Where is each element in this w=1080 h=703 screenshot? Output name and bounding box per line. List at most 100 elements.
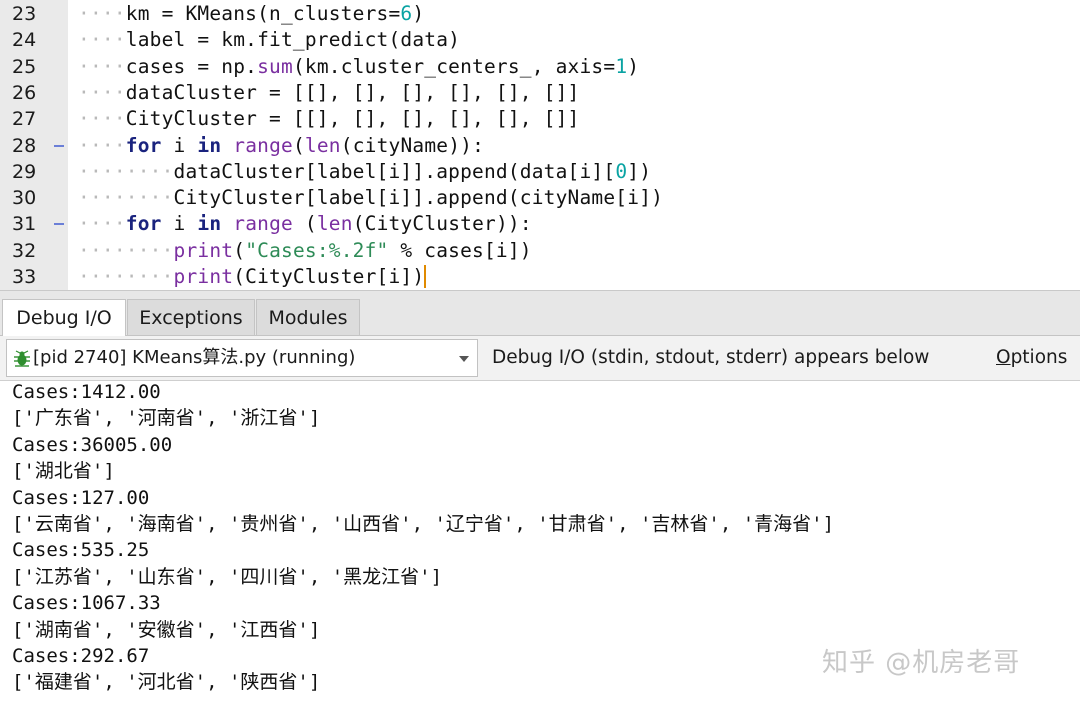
code-line[interactable]: 33 ········print(CityCluster[i]): [0, 264, 1080, 290]
code-text: ····dataCluster = [[], [], [], [], [], […: [78, 80, 580, 106]
output-line: Cases:1412.00: [12, 381, 161, 403]
indent-guide: ········: [78, 265, 174, 288]
line-number: 29: [12, 160, 37, 183]
code-text: ····km = KMeans(n_clusters=6): [78, 1, 424, 27]
code-token: range: [233, 212, 293, 236]
code-text: ········print("Cases:%.2f" % cases[i]): [78, 238, 532, 264]
output-line: Cases:535.25: [12, 539, 150, 562]
code-text: ····for i in range(len(cityName)):: [78, 133, 484, 159]
tab-modules[interactable]: Modules: [256, 299, 360, 335]
code-line[interactable]: 23 ····km = KMeans(n_clusters=6): [0, 1, 1080, 27]
code-token: (km.cluster_centers_, axis=: [292, 54, 616, 78]
output-line: Cases:127.00: [12, 486, 150, 509]
code-line[interactable]: 28 ····for i in range(len(cityName)):: [0, 133, 1080, 159]
chevron-down-icon[interactable]: [459, 356, 469, 362]
process-label: [pid 2740] KMeans算法.py (running): [33, 347, 356, 368]
code-token: ): [627, 54, 640, 78]
code-token: (CityCluster[i]): [233, 265, 427, 288]
indent-guide: ········: [78, 238, 174, 262]
indent-guide: ····: [78, 2, 126, 25]
code-token: (: [233, 238, 246, 262]
indent-guide: ····: [78, 54, 126, 78]
code-token: (cityName)):: [340, 133, 485, 157]
debug-io-toolbar: [pid 2740] KMeans算法.py (running) Debug I…: [0, 336, 1080, 381]
code-token: in: [197, 133, 222, 157]
code-token: in: [197, 212, 222, 236]
code-token: print: [173, 238, 234, 262]
code-token: 0: [615, 159, 628, 183]
code-token: label = km.fit_predict(data): [125, 28, 461, 52]
line-number: 32: [12, 239, 37, 262]
code-line[interactable]: 29 ········dataCluster[label[i]].append(d…: [0, 159, 1080, 185]
code-text: ····label = km.fit_predict(data): [78, 27, 460, 53]
code-token: CityCluster[label[i]].append(cityName[i]…: [173, 186, 664, 210]
options-mnemonic: O: [996, 347, 1011, 368]
line-number: 30: [12, 187, 37, 210]
output-line: ['湖南省', '安徽省', '江西省']: [12, 618, 321, 641]
output-line: ['江苏省', '山东省', '四川省', '黑龙江省']: [12, 565, 443, 588]
code-text: ····for i in range (len(CityCluster)):: [78, 211, 532, 237]
line-number: 28: [12, 134, 37, 157]
code-token: for: [125, 212, 162, 236]
process-select[interactable]: [pid 2740] KMeans算法.py (running): [6, 339, 478, 377]
code-token: range: [233, 133, 293, 157]
code-editor[interactable]: 23 ····km = KMeans(n_clusters=6) 24 ····lab…: [0, 0, 1080, 291]
code-text: ····cases = np.sum(km.cluster_centers_, …: [78, 54, 639, 80]
output-line: ['云南省', '海南省', '贵州省', '山西省', '辽宁省', '甘肃省…: [12, 513, 835, 535]
output-line: ['福建省', '河北省', '陕西省']: [12, 671, 321, 694]
indent-guide: ····: [78, 80, 126, 104]
code-line[interactable]: 26 ····dataCluster = [[], [], [], [], [],…: [0, 80, 1080, 106]
line-number: 25: [12, 55, 37, 78]
line-number: 24: [12, 29, 37, 52]
line-number: 26: [12, 81, 37, 104]
options-button[interactable]: Options: [996, 336, 1067, 380]
code-token: sum: [257, 54, 293, 78]
code-token: dataCluster[label[i]].append(data[i][: [173, 159, 616, 183]
code-token: % cases[i]): [388, 238, 532, 262]
code-token: i: [161, 133, 198, 157]
indent-guide: ····: [78, 133, 126, 157]
code-token: for: [125, 133, 162, 157]
code-line[interactable]: 31 ····for i in range (len(CityCluster)):: [0, 211, 1080, 237]
code-text: ········dataCluster[label[i]].append(dat…: [78, 159, 651, 185]
code-token: (: [292, 133, 305, 157]
code-token: len: [304, 133, 341, 157]
code-text: ········CityCluster[label[i]].append(cit…: [78, 185, 663, 211]
bug-icon: [14, 350, 30, 367]
line-number: 27: [12, 108, 37, 131]
code-line[interactable]: 24 ····label = km.fit_predict(data): [0, 27, 1080, 53]
indent-guide: ····: [78, 212, 126, 236]
code-token: print: [173, 265, 234, 288]
fold-marker-icon[interactable]: [54, 144, 64, 147]
code-line[interactable]: 27 ····CityCluster = [[], [], [], [], [],…: [0, 106, 1080, 132]
line-number: 31: [12, 213, 37, 236]
fold-marker-icon[interactable]: [54, 223, 64, 226]
tool-tabs: Debug I/O Exceptions Modules: [0, 291, 1080, 336]
indent-guide: ····: [78, 107, 126, 131]
watermark: 知乎 @机房老哥: [822, 648, 1021, 678]
tab-exceptions[interactable]: Exceptions: [127, 299, 255, 335]
code-token: cases = np.: [125, 54, 258, 78]
code-token: ]): [627, 159, 652, 183]
code-line[interactable]: 25 ····cases = np.sum(km.cluster_centers_…: [0, 54, 1080, 80]
output-line: ['广东省', '河南省', '浙江省']: [12, 407, 321, 430]
code-text: ········print(CityCluster[i]): [78, 264, 427, 290]
io-info-text: Debug I/O (stdin, stdout, stderr) appear…: [492, 347, 930, 368]
code-token: len: [316, 212, 353, 236]
code-token: dataCluster = [[], [], [], [], [], []]: [125, 80, 580, 104]
code-token: ): [412, 2, 425, 25]
code-token: (: [292, 212, 317, 236]
tab-debug-io[interactable]: Debug I/O: [2, 299, 126, 336]
indent-guide: ········: [78, 159, 174, 183]
line-number: 23: [12, 3, 37, 25]
code-line[interactable]: 30 ········CityCluster[label[i]].append(c…: [0, 185, 1080, 211]
line-number: 33: [12, 266, 37, 288]
code-text: ····CityCluster = [[], [], [], [], [], […: [78, 106, 580, 132]
output-line: Cases:292.67: [12, 645, 150, 667]
code-line[interactable]: 32 ········print("Cases:%.2f" % cases[i]): [0, 238, 1080, 264]
output-line: Cases:1067.33: [12, 592, 161, 615]
code-token: (CityCluster)):: [352, 212, 532, 236]
code-token: "Cases:%.2f": [245, 238, 389, 262]
code-token: i: [161, 212, 198, 236]
